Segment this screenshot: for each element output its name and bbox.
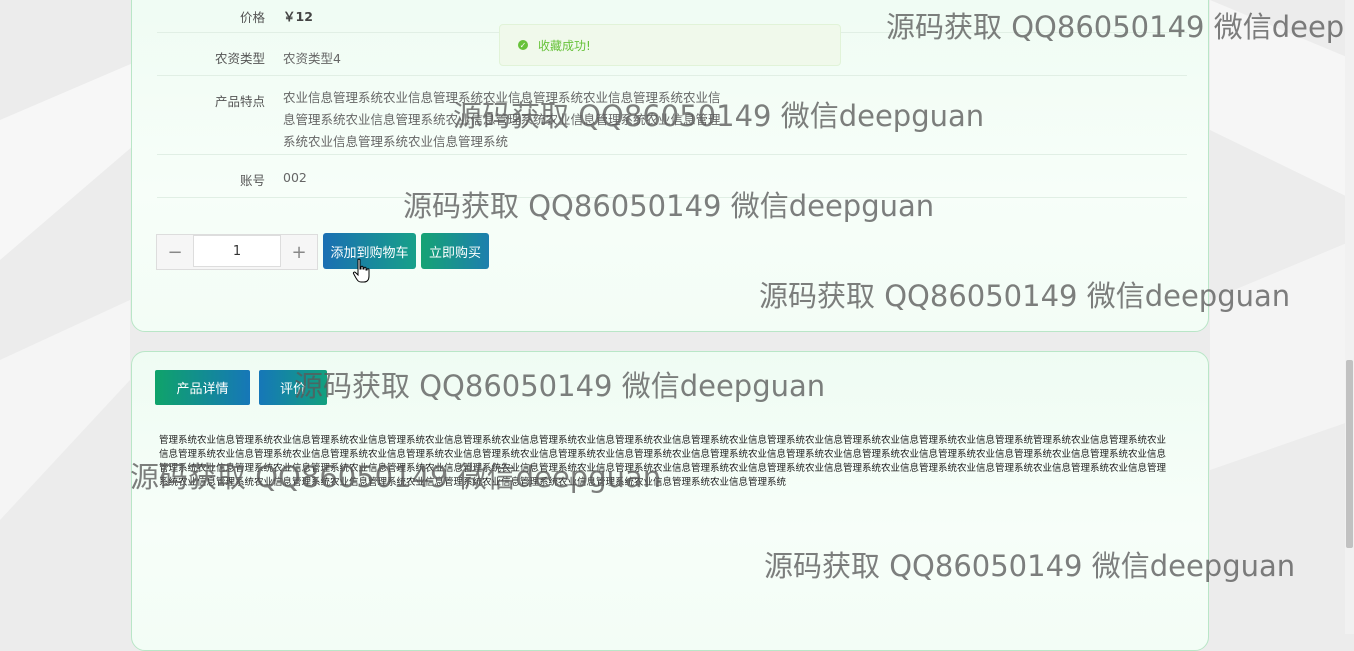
toast-message: 收藏成功! xyxy=(538,38,591,53)
feature-row: 产品特点 农业信息管理系统农业信息管理系统农业信息管理系统农业信息管理系统农业信… xyxy=(157,76,1187,155)
product-detail-card: 产品详情 评价 管理系统农业信息管理系统农业信息管理系统农业信息管理系统农业信息… xyxy=(131,351,1209,651)
quantity-input[interactable] xyxy=(193,235,281,267)
account-row: 账号 002 xyxy=(157,155,1187,198)
quantity-decrease-button[interactable]: − xyxy=(157,235,193,269)
type-value: 农资类型4 xyxy=(283,51,341,66)
success-toast: ✓ 收藏成功! xyxy=(499,24,841,66)
account-value: 002 xyxy=(283,170,307,185)
scrollbar-thumb[interactable] xyxy=(1346,360,1353,548)
check-circle-icon: ✓ xyxy=(518,40,528,50)
account-label: 账号 xyxy=(239,173,265,188)
hand-cursor-icon xyxy=(352,258,370,283)
quantity-increase-button[interactable]: + xyxy=(281,235,317,269)
quantity-stepper: − + xyxy=(156,234,318,270)
price-label: 价格 xyxy=(239,10,265,25)
price-value: ￥12 xyxy=(283,9,313,24)
type-label: 农资类型 xyxy=(214,51,265,66)
feature-label: 产品特点 xyxy=(214,94,265,109)
detail-content: 管理系统农业信息管理系统农业信息管理系统农业信息管理系统农业信息管理系统农业信息… xyxy=(159,435,1167,488)
tab-product-detail[interactable]: 产品详情 xyxy=(155,370,250,405)
buy-now-button[interactable]: 立即购买 xyxy=(421,233,489,269)
feature-value: 农业信息管理系统农业信息管理系统农业信息管理系统农业信息管理系统农业信息管理系统… xyxy=(283,90,721,149)
tab-review[interactable]: 评价 xyxy=(259,370,327,405)
